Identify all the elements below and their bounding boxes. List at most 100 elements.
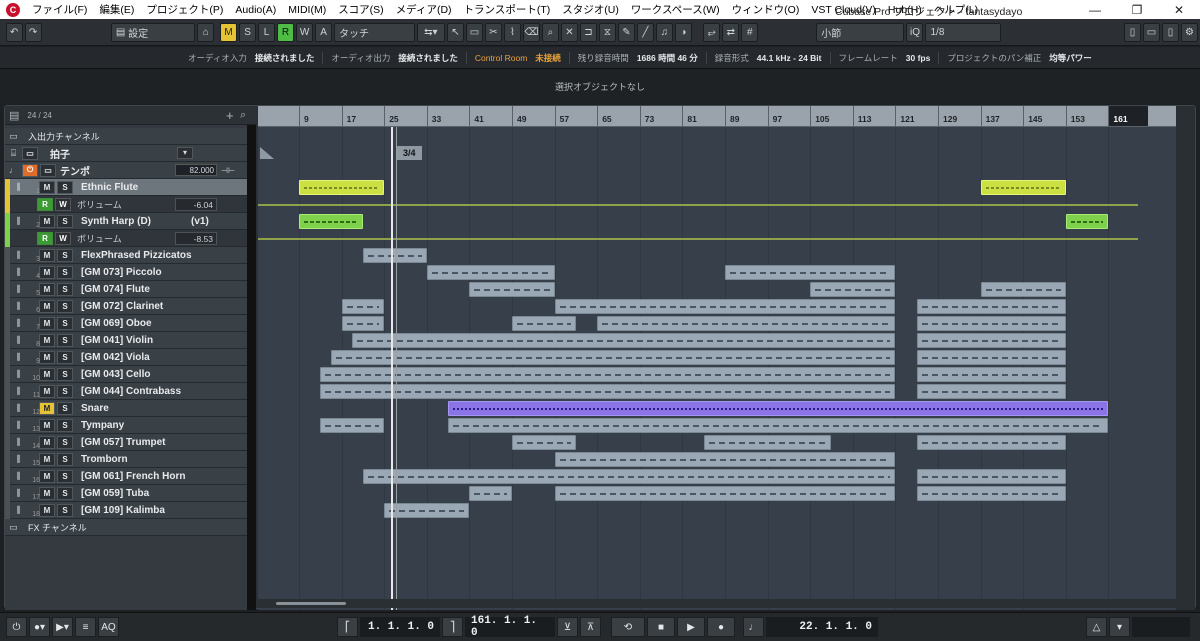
mute-button[interactable]: M <box>39 180 55 194</box>
solo-button[interactable]: S <box>57 469 73 483</box>
tempo-power-icon[interactable]: ⏻ <box>22 163 38 177</box>
metronome-settings-icon[interactable]: ▾ <box>1109 617 1130 637</box>
track-list-menu-icon[interactable]: ▤ <box>9 109 19 122</box>
track-row-16[interactable]: ⫼ 16 M S [GM 061] French Horn <box>5 468 256 485</box>
left-zone-icon[interactable]: ▯ <box>1124 22 1142 42</box>
solo-button[interactable]: S <box>57 180 73 194</box>
mute-button[interactable]: M <box>39 503 55 517</box>
undo-icon[interactable]: ↶ <box>5 22 23 42</box>
punch-out-icon[interactable]: ⊼ <box>580 617 601 637</box>
solo-button[interactable]: S <box>57 452 73 466</box>
track-name[interactable]: [GM 057] Trumpet <box>81 437 165 448</box>
rec-format-value[interactable]: 44.1 kHz - 24 Bit <box>757 53 822 63</box>
aq-button[interactable]: AQ <box>98 617 119 637</box>
solo-button[interactable]: S <box>57 418 73 432</box>
mute-button[interactable]: M <box>39 265 55 279</box>
menu-item-6[interactable]: メディア(D) <box>390 2 458 17</box>
midi-part[interactable] <box>320 418 385 433</box>
midi-part[interactable] <box>916 435 1066 450</box>
tempo-mode-icon[interactable]: ⊣⊢ <box>221 166 235 175</box>
lock-icon[interactable]: ▭ <box>40 163 56 177</box>
signature-start-marker[interactable] <box>260 147 274 159</box>
mute-button[interactable]: M <box>39 452 55 466</box>
midi-part[interactable] <box>469 486 512 501</box>
read-button[interactable]: R <box>37 197 53 211</box>
track-name[interactable]: Tympany <box>81 420 124 431</box>
mute-button[interactable]: M <box>39 384 55 398</box>
mute-button[interactable]: M <box>39 299 55 313</box>
midi-part[interactable] <box>554 452 896 467</box>
position-value[interactable]: 22. 1. 1. 0 <box>766 617 878 637</box>
menu-item-10[interactable]: ウィンドウ(O) <box>726 2 806 17</box>
solo-button[interactable]: S <box>57 384 73 398</box>
solo-button[interactable]: S <box>57 367 73 381</box>
grid-type-dropdown[interactable]: 小節 <box>816 22 905 42</box>
track-row-11[interactable]: ⫼ 11 M S [GM 044] Contrabass <box>5 383 256 400</box>
left-locator-icon[interactable]: ⎡ <box>337 617 358 637</box>
right-locator-icon[interactable]: ⎤ <box>442 617 463 637</box>
tempo-value[interactable]: 82.000 <box>175 164 217 176</box>
track-name[interactable]: [GM 069] Oboe <box>81 318 152 329</box>
mute-button[interactable]: M <box>39 367 55 381</box>
track-row-3[interactable]: ⫼ 3 M S FlexPhrased Pizzicatos <box>5 247 256 264</box>
lock-icon[interactable]: ▭ <box>22 146 38 160</box>
frame-rate-value[interactable]: 30 fps <box>906 53 931 63</box>
play-mode-icon[interactable]: ▶▾ <box>52 617 73 637</box>
quantize-dropdown[interactable]: 1/8 <box>925 22 1001 42</box>
signature-track[interactable]: ⌸ ▭ 拍子 ▾ <box>5 145 256 162</box>
grid-icon[interactable]: # <box>741 22 759 42</box>
solo-button[interactable]: S <box>57 265 73 279</box>
track-row-4[interactable]: ⫼ 4 M S [GM 073] Piccolo <box>5 264 256 281</box>
midi-part[interactable] <box>320 367 896 382</box>
midi-part[interactable] <box>916 367 1066 382</box>
solo-button[interactable]: S <box>57 486 73 500</box>
track-name[interactable]: FlexPhrased Pizzicatos <box>81 250 192 261</box>
track-name[interactable]: [GM 059] Tuba <box>81 488 149 499</box>
settings-gear-icon[interactable]: ⚙ <box>1181 22 1199 42</box>
track-name[interactable]: [GM 044] Contrabass <box>81 386 181 397</box>
track-name[interactable]: Synth Harp (D) <box>81 216 151 227</box>
record-button[interactable]: ● <box>707 617 735 637</box>
right-locator-value[interactable]: 161. 1. 1. 0 <box>465 615 555 639</box>
track-row-14[interactable]: ⫼ 14 M S [GM 057] Trumpet <box>5 434 256 451</box>
erase-tool-icon[interactable]: ⌫ <box>522 22 540 42</box>
write-button[interactable]: W <box>55 197 71 211</box>
track-name[interactable]: [GM 043] Cello <box>81 369 150 380</box>
snap-icon[interactable]: ⥂ <box>703 22 721 42</box>
activate-project-icon[interactable]: ⏻ <box>6 617 27 637</box>
solo-button[interactable]: S <box>57 248 73 262</box>
midi-part[interactable] <box>703 435 832 450</box>
track-name[interactable]: [GM 041] Violin <box>81 335 153 346</box>
left-locator-value[interactable]: 1. 1. 1. 0 <box>360 617 440 637</box>
lower-zone-icon[interactable]: ▭ <box>1143 22 1161 42</box>
punch-icon[interactable]: ⊻ <box>557 617 578 637</box>
track-row-18[interactable]: ⫼ 18 M S [GM 109] Kalimba <box>5 502 256 519</box>
track-row-10[interactable]: ⫼ 10 M S [GM 043] Cello <box>5 366 256 383</box>
midi-part[interactable] <box>320 384 896 399</box>
mute-button[interactable]: M <box>39 469 55 483</box>
track-row-6[interactable]: ⫼ 6 M S [GM 072] Clarinet <box>5 298 256 315</box>
solo-button[interactable]: S <box>57 316 73 330</box>
marker-icon[interactable]: ≡ <box>75 617 96 637</box>
volume-value[interactable]: -8.53 <box>175 232 217 245</box>
volume-lane-2[interactable]: R W ボリューム -8.53 <box>5 230 256 247</box>
menu-item-2[interactable]: プロジェクト(P) <box>140 2 229 17</box>
menu-item-8[interactable]: スタジオ(U) <box>556 2 625 17</box>
solo-button[interactable]: S <box>57 435 73 449</box>
read-button[interactable]: R <box>37 231 53 245</box>
track-name[interactable]: Tromborn <box>81 454 128 465</box>
menu-item-3[interactable]: Audio(A) <box>229 4 282 16</box>
track-name[interactable]: Snare <box>81 403 109 414</box>
track-row-9[interactable]: ⫼ 9 M S [GM 042] Viola <box>5 349 256 366</box>
midi-part[interactable] <box>554 299 896 314</box>
track-name[interactable]: [GM 109] Kalimba <box>81 505 165 516</box>
midi-part[interactable] <box>980 180 1066 195</box>
midi-part[interactable] <box>341 299 385 314</box>
mute-button[interactable]: M <box>39 282 55 296</box>
track-row-15[interactable]: ⫼ 15 M S Tromborn <box>5 451 256 468</box>
solo-button[interactable]: S <box>57 333 73 347</box>
midi-part[interactable] <box>330 350 896 365</box>
track-row-13[interactable]: ⫼ 13 M S Tympany <box>5 417 256 434</box>
mute-button[interactable]: M <box>39 333 55 347</box>
search-icon[interactable]: ⌕ <box>240 109 246 122</box>
